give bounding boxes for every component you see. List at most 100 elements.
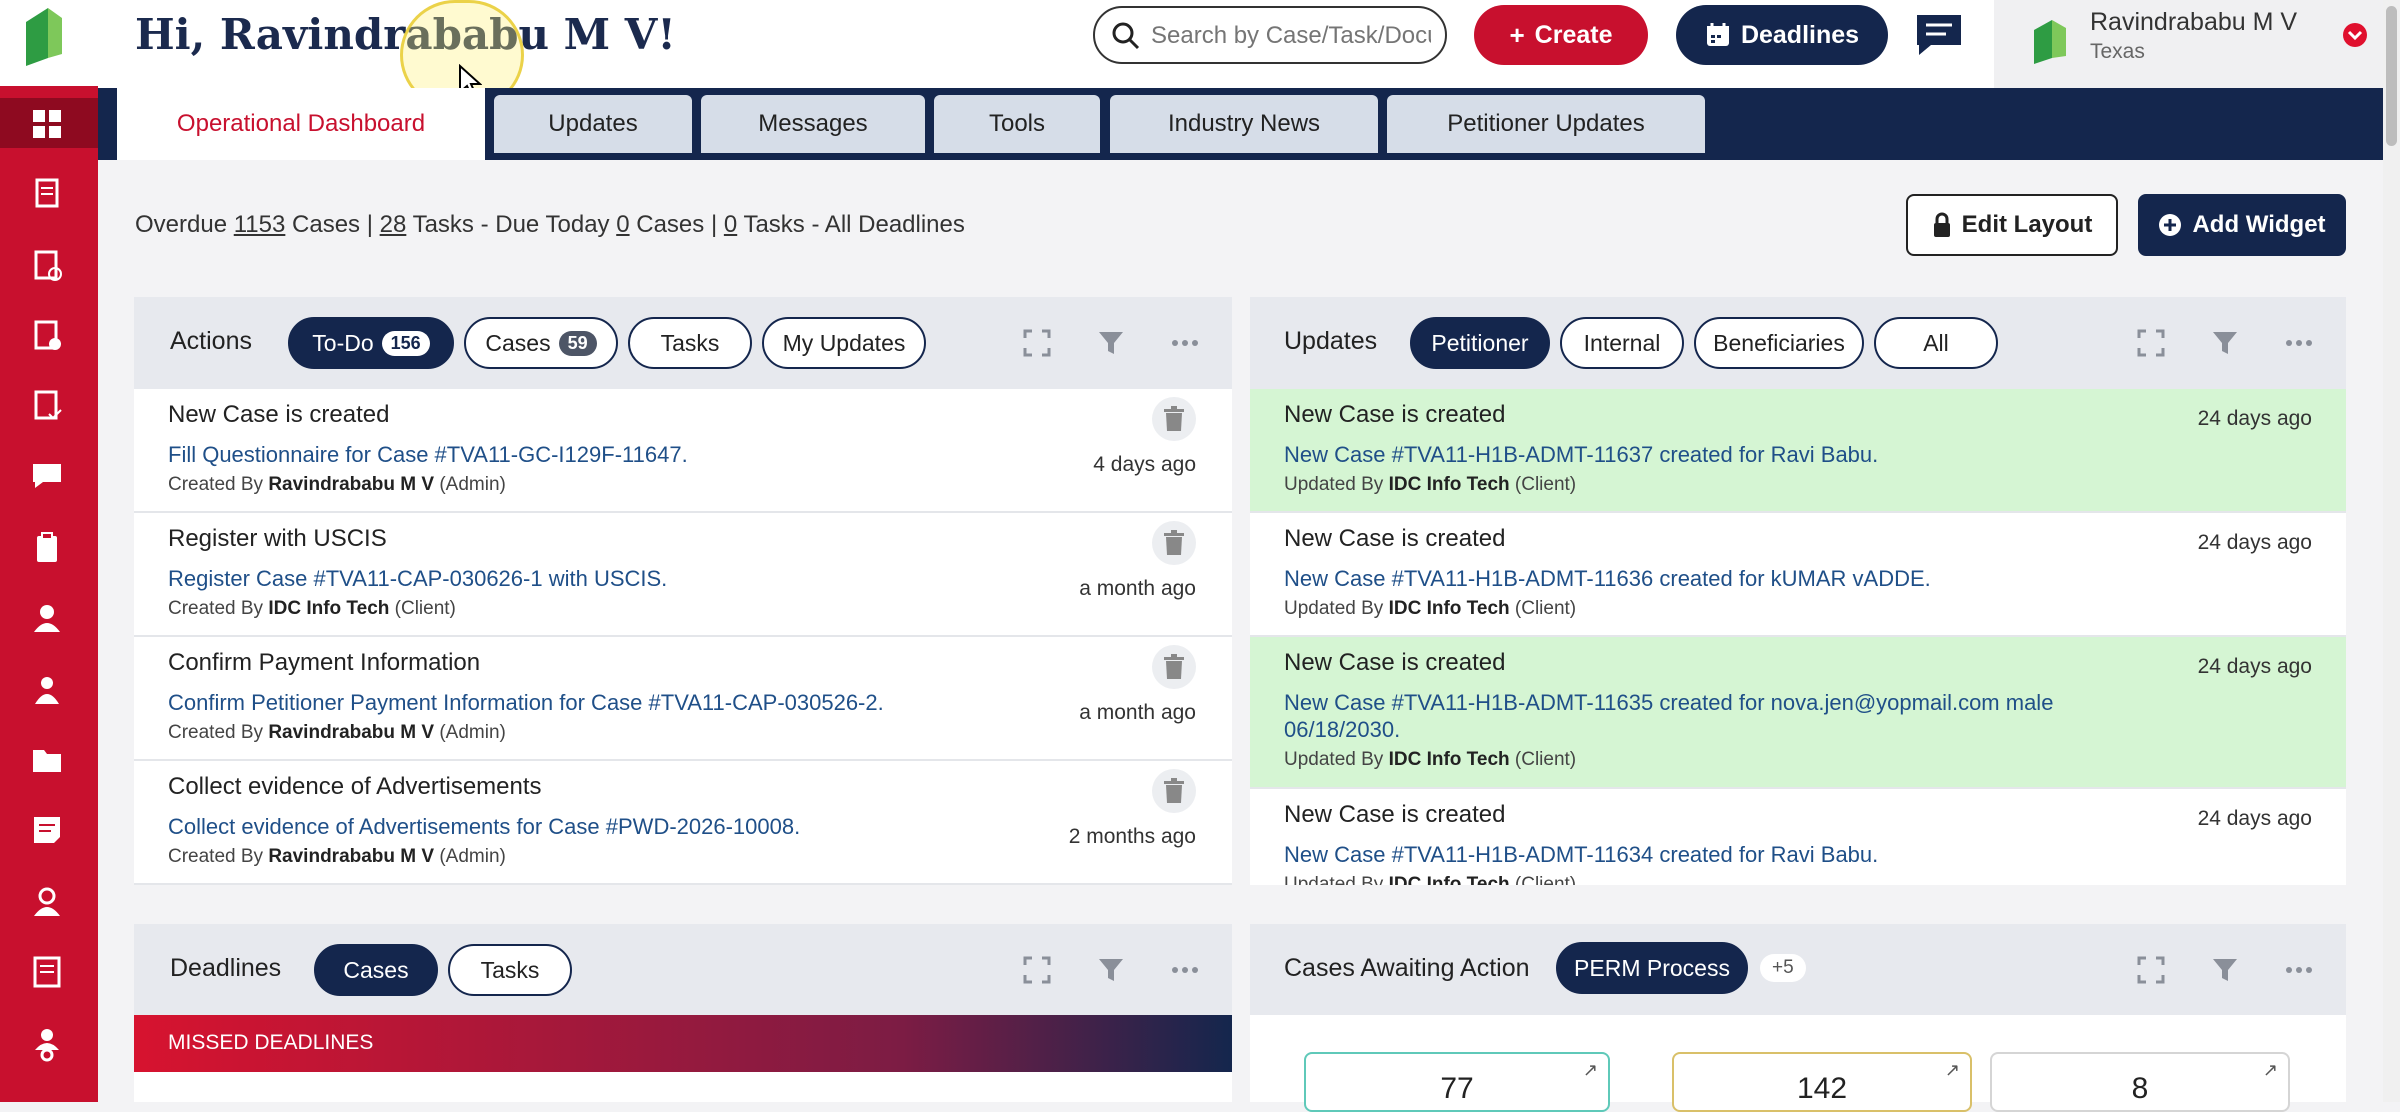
action-item[interactable]: Collect evidence of Advertisements Colle… [134,761,1232,885]
filter-beneficiaries[interactable]: Beneficiaries [1694,317,1864,369]
missed-deadlines-banner: MISSED DEADLINES [134,1015,1232,1072]
tab-updates[interactable]: Updates [494,95,692,153]
scrollbar[interactable] [2383,0,2400,1102]
filter-todo[interactable]: To-Do 156 [288,317,454,369]
folder-icon[interactable] [29,742,65,778]
filter-icon[interactable] [1096,328,1126,358]
delete-button[interactable] [1152,645,1196,689]
overdue-cases-link[interactable]: 1153 [234,211,286,238]
action-item[interactable]: Register with USCIS Register Case #TVA11… [134,513,1232,637]
updates-widget: Updates Petitioner Internal Beneficiarie… [1250,297,2346,885]
deadlines-button[interactable]: Deadlines [1676,5,1888,65]
more-filters-badge[interactable]: +5 [1760,954,1806,982]
cases-awaiting-title: Cases Awaiting Action [1284,954,1530,982]
filter-perm-process[interactable]: PERM Process [1556,942,1748,994]
more-options-icon[interactable] [2284,955,2314,985]
stat-card[interactable]: 77 ↗ [1304,1052,1610,1112]
tab-tools[interactable]: Tools [934,95,1100,153]
delete-button[interactable] [1152,769,1196,813]
action-description[interactable]: Fill Questionnaire for Case #TVA11-GC-I1… [168,442,688,468]
filter-cases[interactable]: Cases 59 [464,317,618,369]
today-tasks-link[interactable]: 0 [724,211,737,238]
filter-icon[interactable] [1096,955,1126,985]
more-options-icon[interactable] [1170,328,1200,358]
chat-button[interactable] [1914,12,1964,58]
filter-my-updates[interactable]: My Updates [762,317,926,369]
action-item[interactable]: New Case is created Fill Questionnaire f… [134,389,1232,513]
update-description[interactable]: New Case #TVA11-H1B-ADMT-11636 created f… [1284,566,1931,592]
tab-operational-dashboard[interactable]: Operational Dashboard [117,88,485,160]
notes-icon[interactable] [29,812,65,848]
scrollbar-thumb[interactable] [2386,6,2397,146]
app-logo[interactable] [0,0,98,86]
action-time: a month ago [1079,577,1196,600]
update-description[interactable]: New Case #TVA11-H1B-ADMT-11637 created f… [1284,442,1878,468]
expand-icon[interactable] [2136,328,2166,358]
beneficiary-icon[interactable] [29,672,65,708]
search-input[interactable] [1149,18,1433,54]
filter-internal[interactable]: Internal [1560,317,1684,369]
filter-deadline-cases[interactable]: Cases [314,944,438,996]
forms-icon[interactable] [29,388,65,424]
update-item[interactable]: New Case is created New Case #TVA11-H1B-… [1250,389,2346,513]
filter-icon[interactable] [2210,955,2240,985]
team-settings-icon[interactable] [29,1026,65,1062]
agent-icon[interactable] [29,884,65,920]
messages-icon[interactable] [29,458,65,494]
action-description[interactable]: Register Case #TVA11-CAP-030626-1 with U… [168,566,667,592]
update-description-cont[interactable]: 06/18/2030. [1284,717,1400,743]
tab-messages[interactable]: Messages [701,95,925,153]
tab-petitioner-updates[interactable]: Petitioner Updates [1387,95,1705,153]
update-item[interactable]: New Case is created New Case #TVA11-H1B-… [1250,513,2346,637]
tab-industry-news[interactable]: Industry News [1110,95,1378,153]
update-time: 24 days ago [2197,807,2312,830]
action-title: Register with USCIS [168,525,387,552]
action-description[interactable]: Confirm Petitioner Payment Information f… [168,690,884,716]
open-arrow-icon: ↗ [1944,1060,1960,1080]
delete-button[interactable] [1152,397,1196,441]
add-widget-button[interactable]: Add Widget [2138,194,2346,256]
overdue-tasks-link[interactable]: 28 [380,211,407,238]
create-button[interactable]: + Create [1474,5,1648,65]
case-list-icon[interactable] [29,248,65,284]
more-options-icon[interactable] [2284,328,2314,358]
edit-layout-button[interactable]: Edit Layout [1906,194,2118,256]
add-widget-label: Add Widget [2192,211,2326,238]
filter-petitioner[interactable]: Petitioner [1410,317,1550,369]
filter-icon[interactable] [2210,328,2240,358]
expand-icon[interactable] [2136,955,2166,985]
stat-value: 77 [1440,1072,1474,1105]
user-icon[interactable] [29,600,65,636]
update-updated-by: Updated By IDC Info Tech (Client) [1284,474,1577,495]
expand-icon[interactable] [1022,955,1052,985]
update-description[interactable]: New Case #TVA11-H1B-ADMT-11635 created f… [1284,690,2053,716]
trash-icon [1164,778,1184,803]
stat-card[interactable]: 142 ↗ [1672,1052,1972,1112]
book-icon[interactable] [29,954,65,990]
update-item[interactable]: New Case is created New Case #TVA11-H1B-… [1250,789,2346,885]
clipboard-icon[interactable] [29,530,65,566]
user-profile[interactable]: Ravindrababu M V Texas [1994,0,2394,88]
chat-icon [1917,15,1961,55]
filter-deadline-tasks[interactable]: Tasks [448,944,572,996]
cases-label-2: Cases | [636,211,718,238]
more-options-icon[interactable] [1170,955,1200,985]
documents-icon[interactable] [29,176,65,212]
filter-tasks[interactable]: Tasks [628,317,752,369]
today-cases-link[interactable]: 0 [616,211,629,238]
action-description[interactable]: Collect evidence of Advertisements for C… [168,814,800,840]
search-box[interactable] [1093,6,1447,64]
action-created-by: Created By IDC Info Tech (Client) [168,598,456,619]
reports-icon[interactable] [29,318,65,354]
action-item[interactable]: Confirm Payment Information Confirm Peti… [134,637,1232,761]
stat-card[interactable]: 8 ↗ [1990,1052,2290,1112]
update-title: New Case is created [1284,801,1506,828]
chevron-down-icon[interactable] [2342,22,2368,48]
action-created-by: Created By Ravindrababu M V (Admin) [168,722,506,743]
delete-button[interactable] [1152,521,1196,565]
update-description[interactable]: New Case #TVA11-H1B-ADMT-11634 created f… [1284,842,1878,868]
update-item[interactable]: New Case is created New Case #TVA11-H1B-… [1250,637,2346,789]
filter-all[interactable]: All [1874,317,1998,369]
dashboard-icon[interactable] [29,106,65,142]
expand-icon[interactable] [1022,328,1052,358]
